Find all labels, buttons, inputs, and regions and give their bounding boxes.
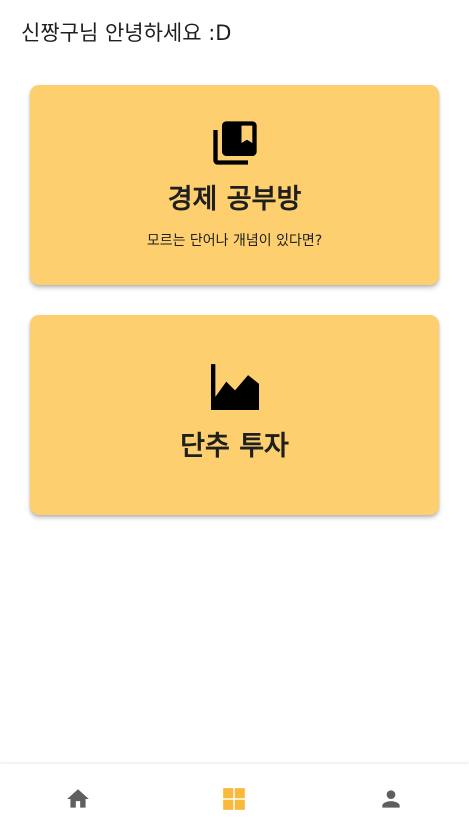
- nav-profile[interactable]: [313, 764, 469, 834]
- greeting-text: 신짱구님 안녕하세요 :D: [21, 21, 232, 45]
- nav-home[interactable]: [0, 764, 156, 834]
- button-invest-card[interactable]: 단추 투자: [30, 315, 439, 515]
- home-icon: [67, 789, 89, 808]
- area-chart-icon: [210, 364, 259, 410]
- economy-study-card[interactable]: 경제 공부방 모르는 단어나 개념이 있다면?: [30, 85, 439, 285]
- nav-dashboard[interactable]: [156, 764, 312, 834]
- library-books-icon: [212, 121, 257, 165]
- app-screen: 신짱구님 안녕하세요 :D 경제 공부방 모르는 단어나 개념이 있다면? 단추…: [0, 0, 469, 834]
- button-invest-title: 단추 투자: [180, 431, 289, 462]
- dashboard-icon: [223, 788, 246, 810]
- bottom-navigation: [0, 764, 469, 834]
- economy-study-subtitle: 모르는 단어나 개념이 있다면?: [146, 233, 323, 249]
- person-icon: [382, 790, 400, 808]
- economy-study-title: 경제 공부방: [167, 184, 302, 215]
